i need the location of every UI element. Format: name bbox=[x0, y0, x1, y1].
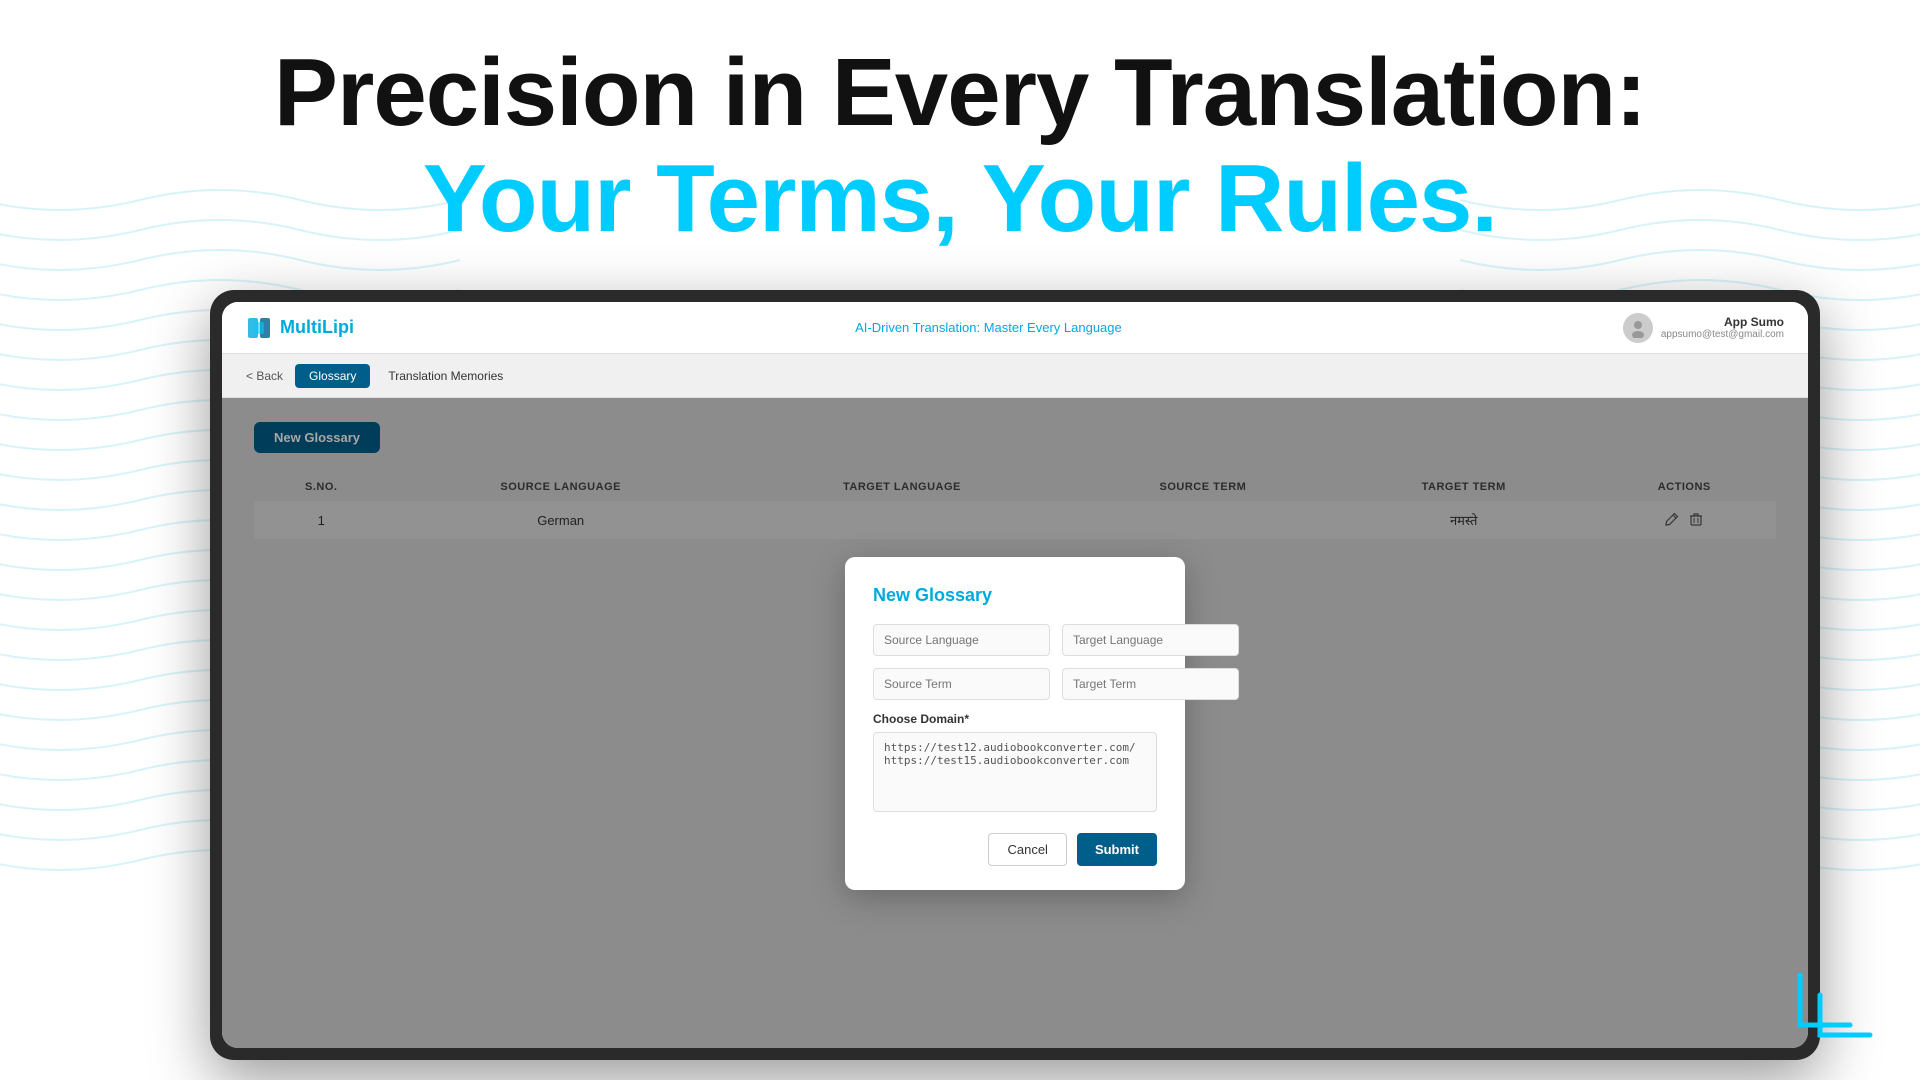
hero-line1: Precision in Every Translation: bbox=[0, 40, 1920, 146]
device-screen: MultiLipi AI-Driven Translation: Master … bbox=[222, 302, 1808, 1048]
user-name: App Sumo bbox=[1661, 315, 1784, 329]
logo-area: MultiLipi bbox=[246, 314, 354, 342]
app-nav: < Back Glossary Translation Memories bbox=[222, 354, 1808, 398]
modal-title: New Glossary bbox=[873, 585, 1157, 606]
logo-text: MultiLipi bbox=[280, 317, 354, 338]
tab-glossary[interactable]: Glossary bbox=[295, 364, 370, 388]
target-term-input[interactable] bbox=[1062, 668, 1239, 700]
modal-term-row bbox=[873, 668, 1157, 700]
nav-back-button[interactable]: < Back bbox=[238, 365, 291, 387]
domain-textarea[interactable]: https://test12.audiobookconverter.com/ h… bbox=[873, 732, 1157, 812]
app-content: New Glossary S.NO. SOURCE LANGUAGE TARGE… bbox=[222, 398, 1808, 1048]
modal-overlay: New Glossary Choose Domain* https://test… bbox=[222, 398, 1808, 1048]
target-language-input[interactable] bbox=[1062, 624, 1239, 656]
cancel-button[interactable]: Cancel bbox=[988, 833, 1066, 866]
hero-section: Precision in Every Translation: Your Ter… bbox=[0, 0, 1920, 251]
header-tagline: AI-Driven Translation: Master Every Lang… bbox=[855, 320, 1122, 335]
modal-language-row bbox=[873, 624, 1157, 656]
avatar bbox=[1623, 313, 1653, 343]
domain-label: Choose Domain* bbox=[873, 712, 1157, 726]
tab-translation-memories[interactable]: Translation Memories bbox=[374, 364, 517, 388]
source-term-input[interactable] bbox=[873, 668, 1050, 700]
new-glossary-modal: New Glossary Choose Domain* https://test… bbox=[845, 557, 1185, 890]
device-frame: MultiLipi AI-Driven Translation: Master … bbox=[210, 290, 1820, 1060]
corner-decoration bbox=[1790, 965, 1890, 1050]
source-language-input[interactable] bbox=[873, 624, 1050, 656]
app-header: MultiLipi AI-Driven Translation: Master … bbox=[222, 302, 1808, 354]
hero-line2: Your Terms, Your Rules. bbox=[0, 146, 1920, 252]
user-info: App Sumo appsumo@test@gmail.com bbox=[1661, 315, 1784, 340]
modal-actions: Cancel Submit bbox=[873, 833, 1157, 866]
header-user: App Sumo appsumo@test@gmail.com bbox=[1623, 313, 1784, 343]
logo-icon bbox=[246, 314, 274, 342]
user-email: appsumo@test@gmail.com bbox=[1661, 329, 1784, 340]
submit-button[interactable]: Submit bbox=[1077, 833, 1157, 866]
